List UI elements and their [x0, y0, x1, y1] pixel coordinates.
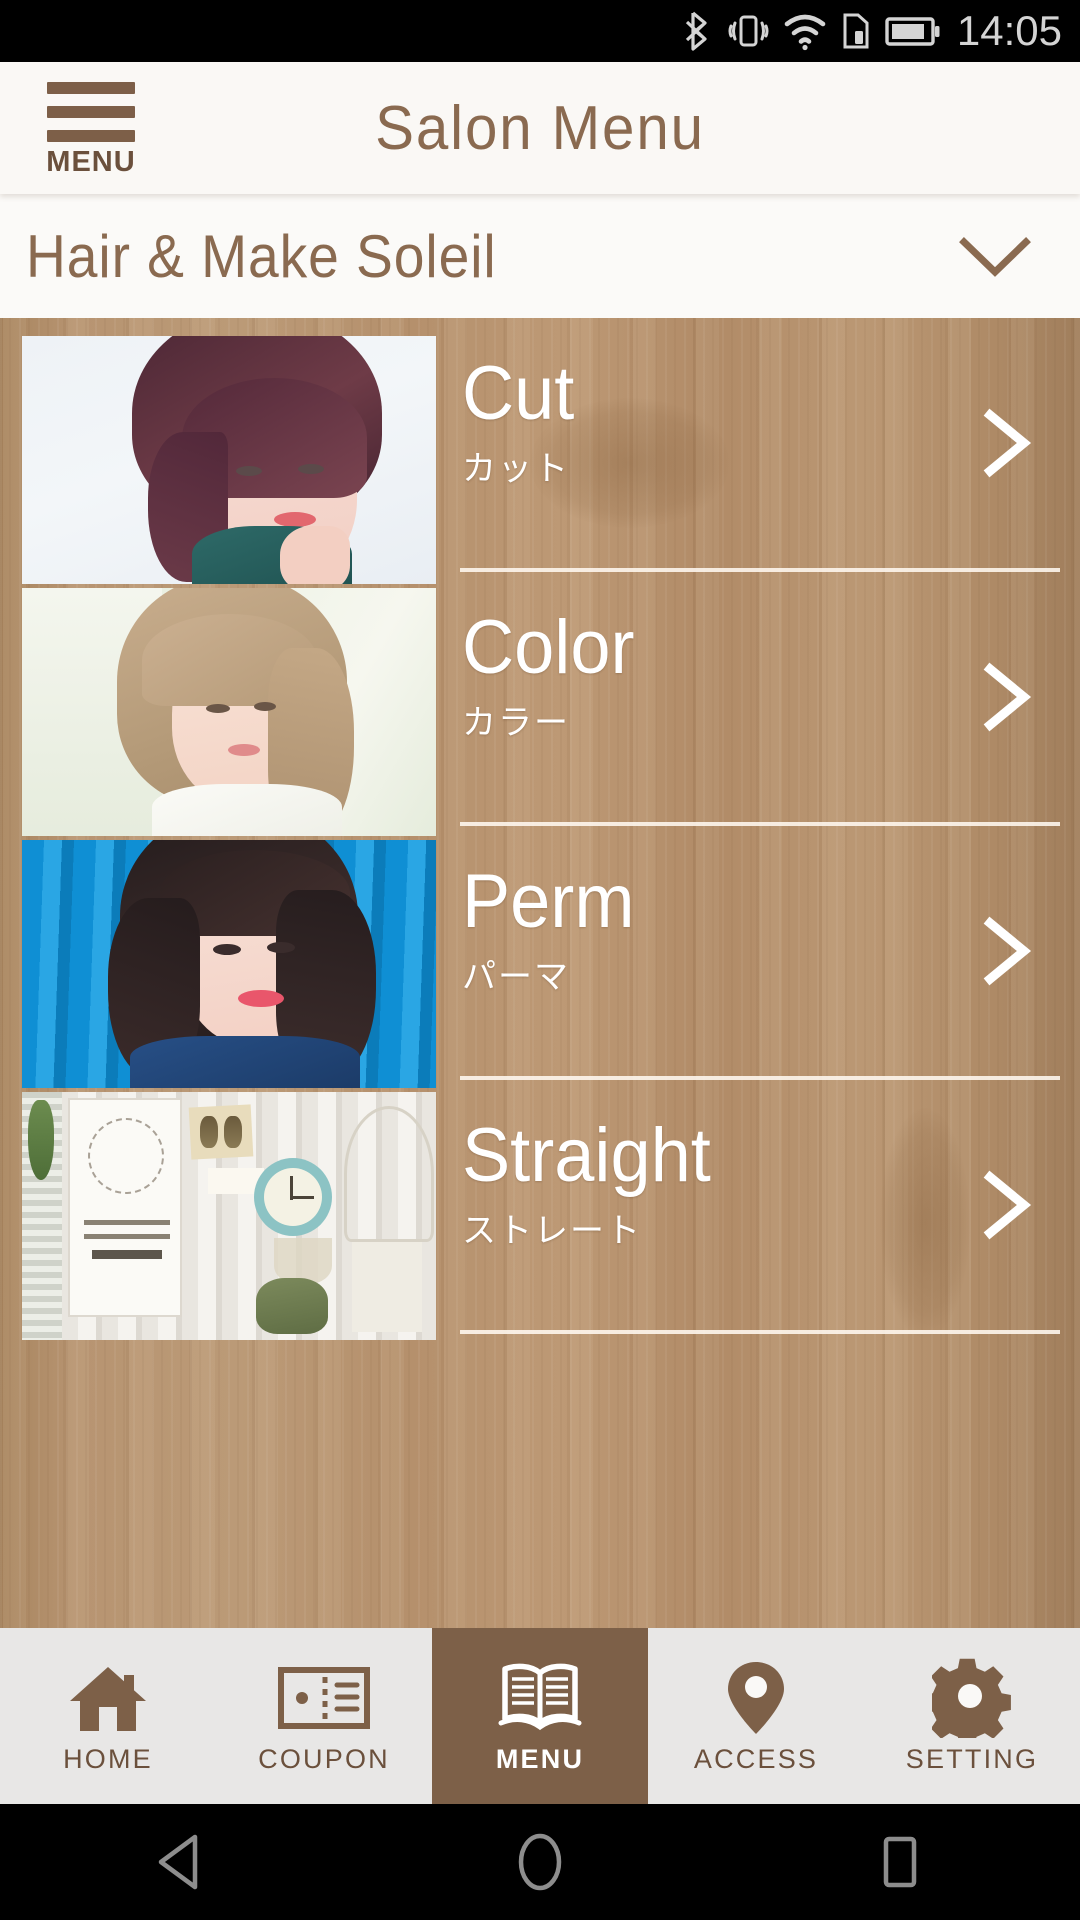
bluetooth-icon — [685, 11, 707, 51]
menu-subtitle: ストレート — [462, 1211, 642, 1251]
tab-setting[interactable]: SETTING — [864, 1628, 1080, 1804]
tab-access[interactable]: ACCESS — [648, 1628, 864, 1804]
menu-row-cut[interactable]: Cut カット — [440, 318, 1080, 568]
menu-row-text: Straight ストレート — [462, 1113, 724, 1251]
app-header: MENU Salon Menu — [0, 62, 1080, 194]
page-title: Salon Menu — [375, 93, 705, 163]
thumbnail-straight[interactable] — [22, 1092, 436, 1340]
tab-menu[interactable]: MENU — [432, 1628, 648, 1804]
tab-home[interactable]: HOME — [0, 1628, 216, 1804]
chevron-down-icon[interactable] — [956, 230, 1034, 282]
tab-coupon[interactable]: COUPON — [216, 1628, 432, 1804]
tab-label: SETTING — [905, 1743, 1039, 1774]
tab-label: MENU — [495, 1743, 585, 1774]
salon-selector[interactable]: Hair & Make Soleil — [0, 194, 1080, 318]
chevron-right-icon[interactable] — [972, 1167, 1044, 1243]
menu-title: Cut — [462, 351, 575, 436]
menu-title: Color — [462, 605, 635, 690]
menu-list: Cut カット Color カラー Perm パーマ Straight ストレー… — [0, 318, 1080, 1628]
phone-screen: 14:05 MENU Salon Menu Hair & Make Soleil — [0, 0, 1080, 1920]
back-triangle-icon[interactable] — [120, 1804, 240, 1920]
menu-title: Straight — [462, 1113, 711, 1198]
menu-row-straight[interactable]: Straight ストレート — [440, 1080, 1080, 1330]
recents-square-icon[interactable] — [840, 1804, 960, 1920]
menu-rows: Cut カット Color カラー Perm パーマ Straight ストレー… — [440, 318, 1080, 1628]
chevron-right-icon[interactable] — [972, 659, 1044, 735]
status-time: 14:05 — [956, 7, 1062, 54]
gear-icon — [932, 1658, 1012, 1738]
wifi-icon — [784, 14, 826, 51]
sim-card-icon — [843, 13, 869, 49]
bottom-tab-bar: HOME COUPON MENU ACCESS SETTING — [0, 1628, 1080, 1804]
tab-label: HOME — [63, 1743, 153, 1774]
menu-subtitle: カット — [462, 449, 570, 489]
home-circle-icon[interactable] — [480, 1804, 600, 1920]
menu-row-perm[interactable]: Perm パーマ — [440, 826, 1080, 1076]
menu-row-text: Cut カット — [462, 351, 580, 489]
salon-name: Hair & Make Soleil — [26, 222, 497, 290]
thumbnail-color[interactable] — [22, 588, 436, 836]
battery-icon — [885, 17, 940, 46]
chevron-right-icon[interactable] — [972, 913, 1044, 989]
status-bar: 14:05 — [0, 0, 1080, 62]
map-pin-icon — [724, 1660, 788, 1736]
thumbnail-column — [0, 318, 440, 1628]
vibrate-icon — [728, 15, 769, 47]
menu-subtitle: パーマ — [462, 957, 570, 997]
menu-row-text: Color カラー — [462, 605, 644, 743]
menu-row-divider — [460, 1330, 1060, 1334]
menu-row-text: Perm パーマ — [462, 859, 644, 997]
status-icons — [683, 9, 941, 53]
menu-subtitle: カラー — [462, 703, 570, 743]
chevron-right-icon[interactable] — [972, 405, 1044, 481]
menu-title: Perm — [462, 859, 635, 944]
tab-label: ACCESS — [693, 1743, 819, 1774]
tab-label: COUPON — [258, 1743, 390, 1774]
thumbnail-cut[interactable] — [22, 336, 436, 584]
book-icon — [497, 1660, 583, 1736]
thumbnail-perm[interactable] — [22, 840, 436, 1088]
home-icon — [66, 1660, 150, 1736]
android-nav-bar — [0, 1804, 1080, 1920]
ticket-icon — [278, 1660, 370, 1736]
menu-row-color[interactable]: Color カラー — [440, 572, 1080, 822]
